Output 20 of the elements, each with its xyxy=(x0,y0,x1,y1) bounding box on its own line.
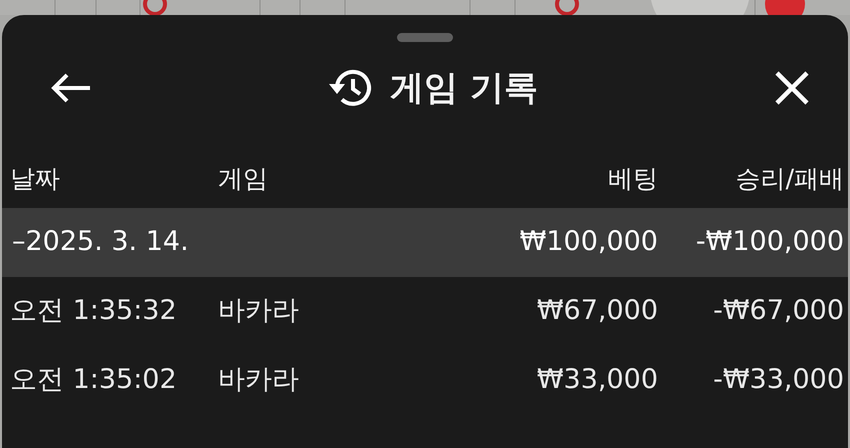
game-cell: 바카라 xyxy=(218,364,299,396)
column-header: 승리/패배 xyxy=(736,164,844,194)
bet-cell: ₩33,000 xyxy=(536,364,658,396)
header-title: 게임 기록 xyxy=(390,66,538,110)
date-group-row[interactable]: –2025. 3. 14. ₩100,000 -₩100,000 xyxy=(2,208,848,277)
back-arrow-icon xyxy=(50,73,92,103)
result-cell: -₩33,000 xyxy=(713,364,844,396)
bet-total: ₩100,000 xyxy=(520,226,658,258)
close-icon xyxy=(774,70,810,106)
game-cell: 바카라 xyxy=(218,295,299,326)
time-cell: 오전 1:35:32 xyxy=(10,295,177,326)
column-header: 베팅 xyxy=(608,164,658,194)
time-cell: 오전 1:35:02 xyxy=(10,364,177,396)
column-header: 게임 xyxy=(218,164,268,194)
drag-handle[interactable] xyxy=(397,33,453,42)
bet-cell: ₩67,000 xyxy=(536,295,658,326)
column-header: 날짜 xyxy=(10,164,60,194)
result-total: -₩100,000 xyxy=(696,226,844,258)
result-cell: -₩67,000 xyxy=(713,295,844,326)
group-date: –2025. 3. 14. xyxy=(12,226,189,258)
